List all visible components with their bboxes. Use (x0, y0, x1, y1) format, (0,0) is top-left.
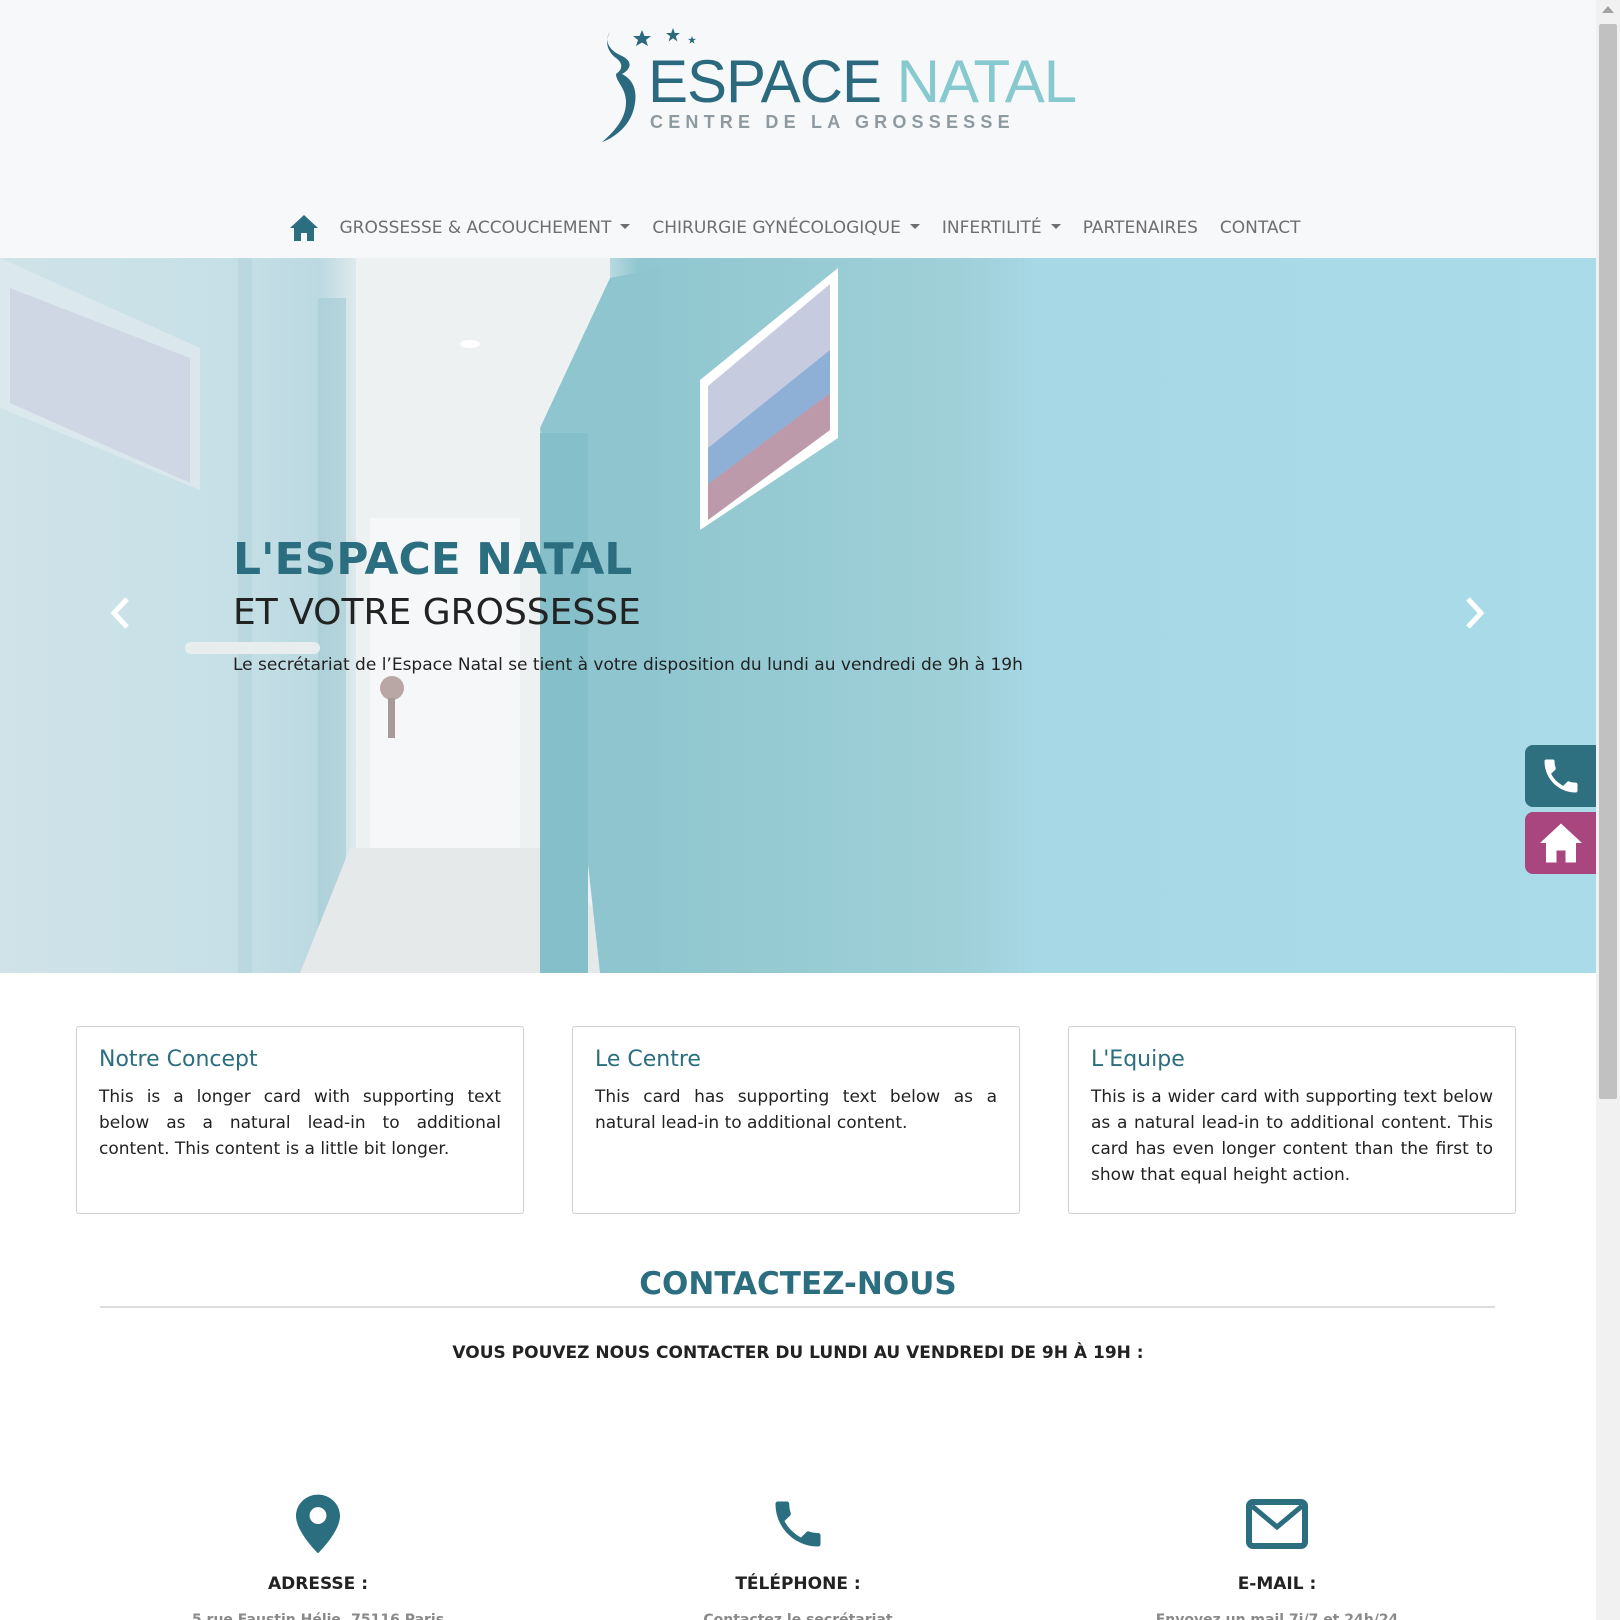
phone-icon (775, 1501, 821, 1547)
nav-item-grossesse[interactable]: GROSSESSE & ACCOUCHEMENT (328, 208, 641, 248)
nav-item-label: PARTENAIRES (1082, 218, 1198, 238)
hero-subtitle: ET VOTRE GROSSESSE (233, 592, 641, 633)
contact-section-title: CONTACTEZ-NOUS (639, 1266, 957, 1302)
carousel-prev-button[interactable] (100, 588, 140, 638)
contact-phone[interactable]: TÉLÉPHONE : Contactez le secrétariat (618, 1492, 978, 1620)
card-notre-concept: Notre Concept This is a longer card with… (76, 1026, 524, 1214)
caret-down-icon (1050, 223, 1061, 229)
card-title: L'Equipe (1091, 1047, 1185, 1072)
contact-address: ADRESSE : 5 rue Faustin Hélie, 75116 Par… (138, 1492, 498, 1620)
card-l-equipe: L'Equipe This is a wider card with suppo… (1068, 1026, 1516, 1214)
nav-item-label: CONTACT (1219, 218, 1301, 238)
chevron-left-icon (110, 597, 129, 629)
contact-label: TÉLÉPHONE : (735, 1574, 861, 1594)
contact-lead-text: VOUS POUVEZ NOUS CONTACTER DU LUNDI AU V… (452, 1343, 1144, 1363)
logo-tagline: CENTRE DE LA GROSSESSE (650, 112, 1015, 132)
nav-item-label: GROSSESSE & ACCOUCHEMENT (339, 218, 612, 238)
logo-name-part1: ESPACE (648, 48, 882, 115)
card-text: This is a wider card with supporting tex… (1091, 1087, 1493, 1185)
hero-text: Le secrétariat de l’Espace Natal se tien… (233, 655, 1023, 675)
contact-email[interactable]: E-MAIL : Envoyez un mail 7j/7 et 24h/24 (1097, 1492, 1457, 1620)
star-icon (688, 36, 696, 44)
scroll-up-arrow-icon[interactable] (1602, 6, 1614, 13)
nav-item-label: INFERTILITÉ (941, 218, 1042, 238)
home-icon (290, 215, 319, 241)
main-navigation: GROSSESSE & ACCOUCHEMENT CHIRURGIE GYNÉC… (0, 208, 1596, 248)
page: ESPACE NATAL CENTRE DE LA GROSSESSE GROS… (0, 0, 1596, 1620)
card-le-centre: Le Centre This card has supporting text … (572, 1026, 1020, 1214)
caret-down-icon (909, 223, 920, 229)
logo-name-part2: NATAL (896, 48, 1077, 115)
nav-item-infertilite[interactable]: INFERTILITÉ (931, 208, 1072, 248)
map-pin-icon (296, 1494, 340, 1554)
nav-item-contact[interactable]: CONTACT (1209, 208, 1312, 248)
site-logo[interactable]: ESPACE NATAL CENTRE DE LA GROSSESSE (600, 26, 1077, 146)
contact-label: E-MAIL : (1237, 1574, 1317, 1594)
contact-label: ADRESSE : (267, 1574, 369, 1594)
mail-icon (1246, 1499, 1308, 1549)
contact-value: Contactez le secrétariat (703, 1612, 893, 1620)
hero-title: L'ESPACE NATAL (233, 534, 633, 585)
nav-home-link[interactable] (284, 208, 324, 248)
hero-carousel: L'ESPACE NATAL ET VOTRE GROSSESSE Le sec… (0, 258, 1596, 973)
caret-down-icon (620, 223, 631, 229)
nav-item-partenaires[interactable]: PARTENAIRES (1072, 208, 1209, 248)
site-header: ESPACE NATAL CENTRE DE LA GROSSESSE GROS… (0, 0, 1596, 258)
home-icon (1540, 823, 1582, 863)
contact-value: 5 rue Faustin Hélie, 75116 Paris (191, 1612, 445, 1620)
chevron-right-icon (1466, 597, 1485, 629)
nav-item-label: CHIRURGIE GYNÉCOLOGIQUE (652, 218, 901, 238)
phone-icon (1544, 759, 1578, 793)
card-text: This is a longer card with supporting te… (99, 1087, 501, 1159)
carousel-next-button[interactable] (1455, 588, 1495, 638)
contact-value: Envoyez un mail 7j/7 et 24h/24 (1155, 1612, 1399, 1620)
scrollbar-thumb[interactable] (1599, 24, 1617, 1099)
card-text: This card has supporting text below as a… (595, 1087, 997, 1133)
card-title: Le Centre (595, 1047, 701, 1072)
logo-name: ESPACE NATAL (648, 52, 1077, 112)
page-scrollbar[interactable] (1596, 0, 1620, 1620)
section-divider (100, 1306, 1495, 1308)
floating-home-button[interactable] (1525, 812, 1596, 874)
nav-item-chirurgie[interactable]: CHIRURGIE GYNÉCOLOGIQUE (641, 208, 930, 248)
card-title: Notre Concept (99, 1047, 258, 1072)
star-icon (666, 28, 680, 42)
floating-phone-button[interactable] (1525, 745, 1596, 807)
